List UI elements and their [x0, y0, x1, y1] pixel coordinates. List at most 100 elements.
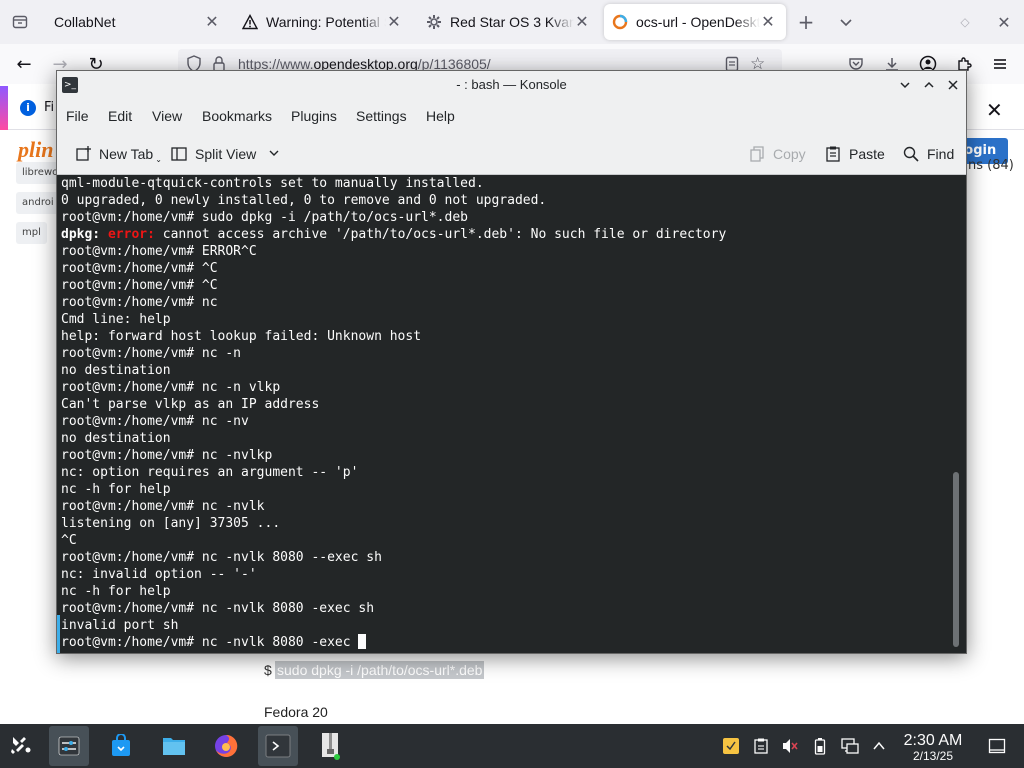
terminal-line: root@vm:/home/vm# nc -nvlk	[61, 499, 265, 514]
terminal-line: nc -h for help	[61, 584, 171, 599]
menu-bookmarks[interactable]: Bookmarks	[202, 108, 272, 124]
maximize-icon[interactable]	[919, 75, 939, 95]
chevron-up-icon[interactable]	[869, 736, 889, 756]
terminal-line: Can't parse vlkp as an IP address	[61, 397, 320, 412]
menu-view[interactable]: View	[152, 108, 182, 124]
chevron-down-icon[interactable]	[268, 146, 280, 162]
speaker-muted-icon[interactable]	[780, 736, 800, 756]
new-tab-label: New Tab	[99, 146, 154, 162]
copy-label: Copy	[773, 146, 806, 162]
terminal-line: nc: invalid option -- '-'	[61, 567, 257, 582]
warning-icon	[242, 14, 258, 30]
terminal-line: no destination	[61, 363, 171, 378]
clock-time[interactable]: 2:30 AM	[893, 732, 973, 750]
tab-title: Red Star OS 3 Kvantum	[450, 14, 574, 30]
konsole-toolbar: New Tab ⌄ Split View Copy Paste Find	[57, 133, 966, 175]
terminal-scrollbar[interactable]	[953, 179, 961, 649]
site-tag[interactable]: androi	[16, 192, 60, 214]
section-heading: Fedora 20	[264, 704, 328, 720]
notes-tray-icon[interactable]	[751, 736, 771, 756]
browser-tab-red-star[interactable]: Red Star OS 3 Kvantum ✕	[418, 4, 600, 40]
terminal-line: root@vm:/home/vm# ^C	[61, 261, 218, 276]
terminal-line: root@vm:/home/vm# nc -nvlkp	[61, 448, 273, 463]
error-program: dpkg:	[61, 227, 101, 242]
archive-manager-icon[interactable]	[310, 726, 350, 766]
hamburger-menu-icon[interactable]	[984, 48, 1016, 80]
terminal-line: root@vm:/home/vm# nc -nvlk 8080 --exec s…	[61, 550, 382, 565]
notification-text: Fi	[44, 100, 55, 115]
close-icon[interactable]	[943, 75, 963, 95]
close-icon[interactable]: ✕	[574, 12, 590, 32]
menu-settings[interactable]: Settings	[356, 108, 407, 124]
find-button[interactable]: Find	[901, 143, 954, 165]
terminal-line: root@vm:/home/vm# nc -nvlk 8080 -exec	[61, 634, 941, 651]
menu-file[interactable]: File	[66, 108, 89, 124]
browser-tab-bar: CollabNet ✕ Warning: Potential Security …	[0, 0, 1024, 44]
terminal-line: root@vm:/home/vm# ERROR^C	[61, 244, 257, 259]
close-icon[interactable]: ✕	[386, 12, 402, 32]
terminal-line: root@vm:/home/vm# nc -nvlk 8080 -exec sh	[61, 601, 375, 616]
konsole-window: >_ - : bash — Konsole File Edit View Boo…	[56, 70, 967, 654]
terminal-focus-indicator	[57, 615, 60, 653]
copy-button[interactable]: Copy	[747, 143, 806, 165]
terminal-line: root@vm:/home/vm# nc	[61, 295, 218, 310]
terminal-line: qml-module-qtquick-controls set to manua…	[61, 176, 484, 191]
terminal-line: root@vm:/home/vm# nc -n	[61, 346, 242, 361]
browser-tab-collabnet[interactable]: CollabNet ✕	[40, 4, 230, 40]
terminal-line: root@vm:/home/vm# sudo dpkg -i /path/to/…	[61, 210, 468, 225]
opendesktop-icon	[612, 14, 628, 30]
paste-button[interactable]: Paste	[823, 143, 885, 165]
firefox-icon[interactable]	[206, 726, 246, 766]
window-close-icon[interactable]: ✕	[988, 6, 1020, 38]
ratings-count: ns (84)	[968, 158, 1014, 173]
network-icon[interactable]	[840, 736, 860, 756]
back-arrow-icon[interactable]: ←	[8, 48, 40, 80]
search-icon	[901, 144, 921, 164]
terminal-line: 0 upgraded, 0 newly installed, 0 to remo…	[61, 193, 547, 208]
chevron-down-icon: ⌄	[155, 154, 162, 164]
menu-plugins[interactable]: Plugins	[291, 108, 337, 124]
system-settings-icon[interactable]	[49, 726, 89, 766]
install-command: sudo dpkg -i /path/to/ocs-url*.deb	[275, 661, 485, 679]
show-desktop-icon[interactable]	[987, 736, 1007, 756]
clock-date[interactable]: 2/13/25	[893, 749, 973, 763]
tab-title: CollabNet	[54, 14, 116, 30]
browser-tab-ocs-url[interactable]: ocs-url - OpenDesktop.org ✕	[604, 4, 786, 40]
clipboard-icon	[823, 144, 843, 164]
terminal-output[interactable]: qml-module-qtquick-controls set to manua…	[57, 175, 966, 653]
file-manager-icon[interactable]	[154, 726, 194, 766]
minimize-icon[interactable]	[895, 75, 915, 95]
site-tag[interactable]: mpl	[16, 222, 47, 244]
app-launcher-icon[interactable]	[2, 726, 42, 766]
info-icon: i	[20, 100, 36, 116]
menu-help[interactable]: Help	[426, 108, 455, 124]
discover-store-icon[interactable]	[101, 726, 141, 766]
tab-list-icon[interactable]	[4, 6, 36, 38]
chevron-down-icon[interactable]	[830, 6, 862, 38]
close-icon[interactable]: ✕	[986, 98, 1003, 122]
copy-icon	[747, 144, 767, 164]
terminal-lines: qml-module-qtquick-controls set to manua…	[61, 175, 941, 651]
close-icon[interactable]: ✕	[204, 12, 220, 32]
battery-icon[interactable]	[810, 736, 830, 756]
find-label: Find	[927, 146, 955, 162]
new-tab-button[interactable]: New Tab ⌄	[73, 143, 162, 165]
menu-edit[interactable]: Edit	[108, 108, 132, 124]
konsole-titlebar[interactable]: >_ - : bash — Konsole	[57, 71, 966, 99]
terminal-line: root@vm:/home/vm# ^C	[61, 278, 218, 293]
konsole-task-icon[interactable]	[258, 726, 298, 766]
new-tab-icon[interactable]: +	[790, 6, 822, 38]
scrollbar-thumb[interactable]	[953, 472, 959, 647]
clipboard-tray-icon[interactable]	[721, 736, 741, 756]
split-view-button[interactable]: Split View	[169, 143, 280, 165]
site-logo[interactable]: plin	[18, 137, 53, 163]
paste-label: Paste	[849, 146, 885, 162]
diamond-icon: ◇	[960, 15, 970, 29]
terminal-line: nc: option requires an argument -- 'p'	[61, 465, 359, 480]
command-prompt-symbol: $	[264, 662, 272, 678]
terminal-line: root@vm:/home/vm# nc -nv	[61, 414, 249, 429]
browser-tab-warning[interactable]: Warning: Potential Security Risk ✕	[234, 4, 412, 40]
taskbar	[0, 724, 1024, 768]
close-icon[interactable]: ✕	[760, 12, 776, 32]
konsole-menubar: File Edit View Bookmarks Plugins Setting…	[57, 99, 966, 133]
